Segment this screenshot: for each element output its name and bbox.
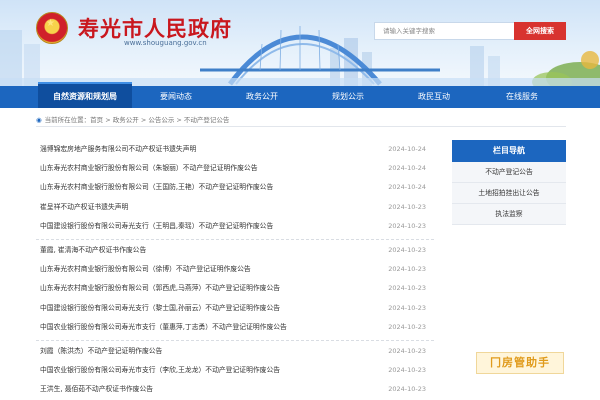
article-list: 淄博锦宏房地产服务有限公司不动产权证书遗失声明 2024-10-24 山东寿光农村商… [36,140,434,400]
site-header: ★ 寿光市人民政府 www.shouguang.gov.cn 请输入关键字搜索 … [0,0,600,86]
list-item-title[interactable]: 中国建设银行股份有限公司寿光支行（黎士国,孙丽云）不动产登记证明作废公告 [40,299,280,318]
list-item[interactable]: 王洪生, 聂佰茹不动产权证书作废公告 2024-10-23 [36,380,434,399]
list-item-date: 2024-10-23 [388,202,426,211]
housing-assistant-label: 房管助手 [502,356,550,369]
list-item[interactable]: 崔呈祥不动产权证书遗失声明 2024-10-23 [36,198,434,217]
list-item-title[interactable]: 董霞, 崔清海不动产权证书作废公告 [40,241,146,260]
nav-item-natural-resources[interactable]: 自然资源和规划局 [38,82,132,108]
location-pin-icon: ◉ [36,116,42,124]
search-button[interactable]: 全网搜索 [514,22,566,40]
list-item-date: 2024-10-24 [388,145,426,153]
list-item-date: 2024-10-23 [388,385,426,394]
divider [36,339,434,341]
chat-icon: 冂 [490,356,502,369]
list-item-date: 2024-10-24 [388,164,426,173]
list-item-title[interactable]: 刘霞（陈洪杰）不动产登记证明作废公告 [40,342,162,361]
list-item-date: 2024-10-23 [388,245,426,254]
list-group: 淄博锦宏房地产服务有限公司不动产权证书遗失声明 2024-10-24 山东寿光农村商… [36,140,434,237]
sidebar-item-property-registration[interactable]: 不动产登记公告 [452,162,566,183]
search-input[interactable]: 请输入关键字搜索 [374,22,514,40]
list-item-title[interactable]: 山东寿光农村商业银行股份有限公司（朱银丽）不动产登记证明作废公告 [40,159,258,178]
sidebar-item-land-auction[interactable]: 土地招拍挂出让公告 [452,183,566,204]
list-item-date: 2024-10-23 [388,265,426,274]
list-item[interactable]: 山东寿光农村商业银行股份有限公司（朱银丽）不动产登记证明作废公告 2024-10-… [36,159,434,178]
nav-item-interaction[interactable]: 政民互动 [390,86,478,108]
list-item-title[interactable]: 中国建设银行股份有限公司寿光支行（王明昌,秦瑶）不动产登记证明作废公告 [40,217,273,236]
list-item[interactable]: 淄博锦宏房地产服务有限公司不动产权证书遗失声明 2024-10-24 [36,140,434,159]
list-group: 董霞, 崔清海不动产权证书作废公告 2024-10-23 山东寿光农村商业银行股份有… [36,241,434,338]
nav-item-gov-affairs[interactable]: 政务公开 [218,86,306,108]
site-url: www.shouguang.gov.cn [124,39,207,47]
list-item-title[interactable]: 王洪生, 聂佰茹不动产权证书作废公告 [40,380,153,399]
sidebar: 栏目导航 不动产登记公告 土地招拍挂出让公告 执法监察 [452,140,566,225]
housing-assistant-badge[interactable]: 冂房管助手 [476,352,564,374]
sidebar-item-law-enforcement[interactable]: 执法监察 [452,204,566,225]
nav-item-news[interactable]: 要闻动态 [132,86,220,108]
sidebar-heading: 栏目导航 [452,140,566,162]
breadcrumb: ◉ 当前所在位置：首页 > 政务公开 > 公告公示 > 不动产登记公告 [36,113,566,127]
nav-item-online-services[interactable]: 在线服务 [478,86,566,108]
list-item-date: 2024-10-23 [388,303,426,312]
list-item[interactable]: 董霞, 崔清海不动产权证书作废公告 2024-10-23 [36,241,434,260]
breadcrumb-text[interactable]: 当前所在位置：首页 > 政务公开 > 公告公示 > 不动产登记公告 [45,116,230,124]
list-item[interactable]: 刘霞（陈洪杰）不动产登记证明作废公告 2024-10-23 [36,342,434,361]
list-item-title[interactable]: 中国农业银行股份有限公司寿光市支行（李欣,王龙龙）不动产登记证明作废公告 [40,361,280,380]
list-item[interactable]: 山东寿光农村商业银行股份有限公司（徐博）不动产登记证明作废公告 2024-10-2… [36,260,434,279]
main-nav: 自然资源和规划局 要闻动态 政务公开 规划公示 政民互动 在线服务 [0,82,600,108]
list-item[interactable]: 中国农业银行股份有限公司寿光市支行（董惠萍,丁志勇）不动产登记证明作废公告 202… [36,318,434,337]
list-item[interactable]: 中国农业银行股份有限公司寿光市支行（李欣,王龙龙）不动产登记证明作废公告 2024… [36,361,434,380]
list-item-title[interactable]: 淄博锦宏房地产服务有限公司不动产权证书遗失声明 [40,140,196,159]
nav-item-planning[interactable]: 规划公示 [304,86,392,108]
list-item-date: 2024-10-23 [388,366,426,375]
list-item-title[interactable]: 中国农业银行股份有限公司寿光市支行（董惠萍,丁志勇）不动产登记证明作废公告 [40,318,287,337]
divider [36,238,434,240]
list-item[interactable]: 中国建设银行股份有限公司寿光支行（王明昌,秦瑶）不动产登记证明作废公告 2024-… [36,217,434,236]
list-item-title[interactable]: 崔呈祥不动产权证书遗失声明 [40,198,128,217]
list-item-title[interactable]: 山东寿光农村商业银行股份有限公司（徐博）不动产登记证明作废公告 [40,260,251,279]
list-item-date: 2024-10-23 [388,221,426,230]
list-item[interactable]: 山东寿光农村商业银行股份有限公司（郭西虎,马燕萍）不动产登记证明作废公告 2024… [36,279,434,298]
star-icon: ★ [46,18,55,29]
list-item-date: 2024-10-24 [388,183,426,192]
list-item-date: 2024-10-23 [388,284,426,293]
list-item-title[interactable]: 山东寿光农村商业银行股份有限公司（王国防,王艳）不动产登记证明作废公告 [40,178,273,197]
list-item[interactable]: 中国建设银行股份有限公司寿光支行（黎士国,孙丽云）不动产登记证明作废公告 2024… [36,299,434,318]
list-group: 刘霞（陈洪杰）不动产登记证明作废公告 2024-10-23 中国农业银行股份有限公司… [36,342,434,400]
list-item-title[interactable]: 山东寿光农村商业银行股份有限公司（郭西虎,马燕萍）不动产登记证明作废公告 [40,279,280,298]
list-item-date: 2024-10-23 [388,346,426,355]
list-item[interactable]: 山东寿光农村商业银行股份有限公司（王国防,王艳）不动产登记证明作废公告 2024-… [36,178,434,197]
list-item-date: 2024-10-23 [388,322,426,331]
